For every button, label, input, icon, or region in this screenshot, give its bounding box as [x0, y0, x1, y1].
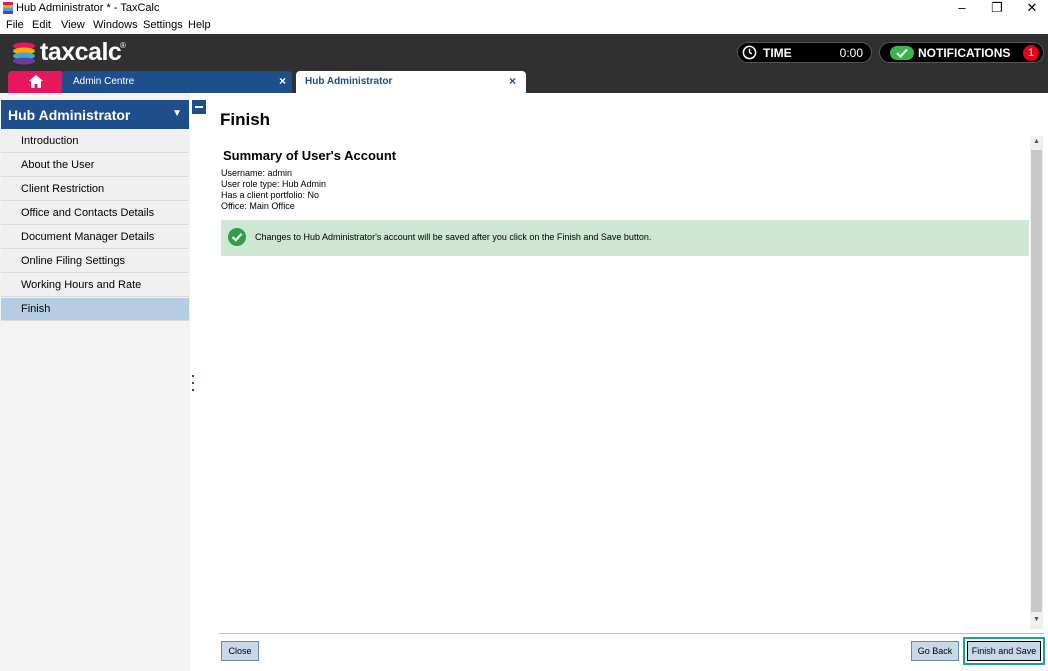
scroll-up-icon[interactable]: ▲: [1030, 138, 1043, 148]
restore-button[interactable]: ❐: [980, 0, 1014, 17]
close-window-button[interactable]: ✕: [1015, 0, 1048, 17]
notifications-label: NOTIFICATIONS: [918, 46, 1011, 60]
sidebar-title: Hub Administrator: [8, 107, 131, 123]
page-title: Finish: [220, 110, 271, 129]
vertical-scrollbar[interactable]: ▲ ▼: [1030, 136, 1043, 629]
home-icon: [29, 75, 43, 88]
finish-focus-ring: Finish and Save: [963, 637, 1045, 665]
minus-icon: [195, 106, 203, 108]
logo-text: taxcalc: [40, 38, 122, 66]
go-back-button[interactable]: Go Back: [911, 641, 959, 661]
window-title: Hub Administrator * - TaxCalc: [16, 2, 160, 14]
menu-edit[interactable]: Edit: [32, 19, 51, 31]
scroll-thumb[interactable]: [1031, 150, 1042, 612]
info-role-type: User role type: Hub Admin: [221, 179, 327, 189]
info-username: Username: admin: [221, 168, 293, 178]
menu-file[interactable]: File: [6, 19, 24, 31]
close-button[interactable]: Close: [221, 641, 259, 661]
finish-and-save-button[interactable]: Finish and Save: [967, 641, 1041, 661]
notifications-count-badge: 1: [1023, 45, 1039, 61]
tab-hub-administrator-close-icon[interactable]: ×: [509, 74, 516, 88]
minimize-button[interactable]: –: [945, 0, 979, 17]
menu-bar: File Edit View Windows Settings Help: [0, 17, 1048, 34]
notice-text: Changes to Hub Administrator's account w…: [255, 232, 652, 242]
tab-admin-centre-close-icon[interactable]: ×: [279, 74, 286, 88]
collapse-sidebar-button[interactable]: [192, 100, 206, 114]
tab-hub-administrator-label: Hub Administrator: [305, 76, 393, 87]
time-value: 0:00: [839, 46, 863, 60]
sidebar-item-client-restriction[interactable]: Client Restriction: [1, 178, 189, 201]
sidebar-item-introduction[interactable]: Introduction: [1, 130, 189, 153]
tab-admin-centre[interactable]: Admin Centre ×: [62, 71, 292, 93]
clock-icon: [742, 45, 757, 60]
logo-stack-icon: [13, 42, 35, 65]
chevron-down-icon[interactable]: ▼: [172, 108, 182, 119]
sidebar-item-document-manager[interactable]: Document Manager Details: [1, 226, 189, 249]
menu-windows[interactable]: Windows: [93, 19, 138, 31]
menu-view[interactable]: View: [61, 19, 85, 31]
summary-heading: Summary of User's Account: [223, 148, 397, 163]
tab-admin-centre-label: Admin Centre: [73, 76, 135, 87]
check-icon: [890, 46, 914, 60]
success-notice: Changes to Hub Administrator's account w…: [221, 220, 1029, 256]
info-office: Office: Main Office: [221, 201, 295, 211]
sidebar-header[interactable]: Hub Administrator ▼: [1, 100, 189, 129]
sidebar-item-office-contacts[interactable]: Office and Contacts Details: [1, 202, 189, 225]
check-circle-icon: [228, 228, 246, 246]
menu-settings[interactable]: Settings: [143, 19, 183, 31]
window-titlebar: Hub Administrator * - TaxCalc – ❐ ✕: [0, 0, 1048, 17]
splitter-handle[interactable]: [192, 375, 194, 395]
sidebar-item-working-hours[interactable]: Working Hours and Rate: [1, 274, 189, 297]
tab-home[interactable]: [8, 71, 64, 93]
menu-help[interactable]: Help: [188, 19, 211, 31]
time-label: TIME: [763, 46, 792, 60]
logo-trademark: ®: [120, 41, 126, 50]
time-tracker[interactable]: TIME 0:00: [737, 42, 872, 63]
notifications-button[interactable]: NOTIFICATIONS 1: [879, 42, 1044, 63]
sidebar-item-online-filing[interactable]: Online Filing Settings: [1, 250, 189, 273]
sidebar-item-about-the-user[interactable]: About the User: [1, 154, 189, 177]
scroll-down-icon[interactable]: ▼: [1030, 616, 1043, 626]
taxcalc-app-icon: [3, 2, 13, 14]
sidebar: Hub Administrator ▼ Introduction About t…: [0, 93, 190, 671]
sidebar-item-finish[interactable]: Finish: [1, 298, 189, 321]
tab-hub-administrator[interactable]: Hub Administrator ×: [296, 71, 526, 93]
info-client-portfolio: Has a client portfolio: No: [221, 190, 320, 200]
footer-divider: [219, 633, 1044, 634]
sidebar-steps: Introduction About the User Client Restr…: [1, 130, 189, 322]
